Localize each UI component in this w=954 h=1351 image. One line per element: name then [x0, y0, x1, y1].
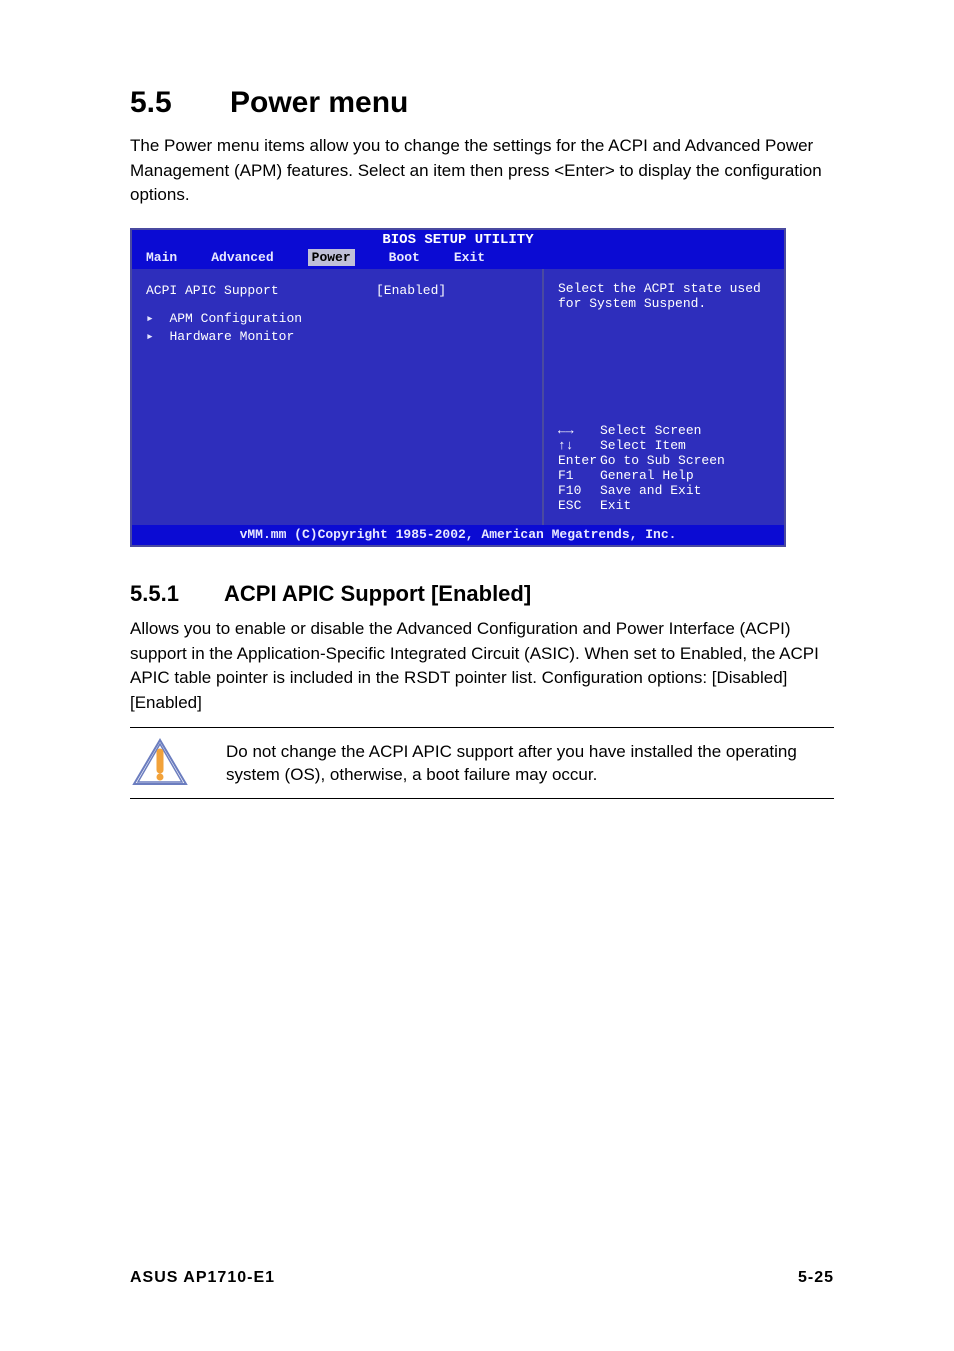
bios-item[interactable]: ▸ Hardware Monitor	[146, 329, 534, 344]
bios-footer: vMM.mm (C)Copyright 1985-2002, American …	[132, 525, 784, 545]
key-symbol: ↑↓	[558, 438, 600, 453]
bios-tab-power[interactable]: Power	[308, 249, 355, 266]
bios-key-legend: ←→Select Screen ↑↓Select Item EnterGo to…	[558, 423, 774, 513]
bios-item-label: APM Configuration	[169, 311, 302, 326]
bios-screen: BIOS SETUP UTILITY Main Advanced Power Boot…	[130, 228, 786, 547]
key-symbol: ←→	[558, 423, 600, 438]
key-label: Select Screen	[600, 423, 701, 438]
key-symbol: ESC	[558, 498, 600, 513]
subsection-title: ACPI APIC Support [Enabled]	[224, 581, 531, 606]
bios-item-label: Hardware Monitor	[169, 329, 294, 344]
section-heading: 5.5Power menu	[130, 86, 834, 120]
key-row: ←→Select Screen	[558, 423, 774, 438]
subsection-number: 5.5.1	[130, 581, 224, 607]
subsection-body: Allows you to enable or disable the Adva…	[130, 617, 834, 716]
bios-body: ACPI APIC Support[Enabled] ▸ APM Configu…	[132, 269, 784, 525]
section-number: 5.5	[130, 86, 230, 120]
key-row: F10Save and Exit	[558, 483, 774, 498]
caution-icon	[132, 738, 188, 788]
caution-note: Do not change the ACPI APIC support afte…	[130, 727, 834, 799]
section-title: Power menu	[230, 86, 408, 119]
key-row: ESCExit	[558, 498, 774, 513]
bios-item-value: [Enabled]	[376, 283, 446, 298]
key-label: General Help	[600, 468, 694, 483]
key-symbol: F1	[558, 468, 600, 483]
footer-model: ASUS AP1710-E1	[130, 1269, 275, 1287]
key-symbol: Enter	[558, 453, 600, 468]
key-row: F1General Help	[558, 468, 774, 483]
bios-item[interactable]: ▸ APM Configuration	[146, 311, 534, 326]
bios-title: BIOS SETUP UTILITY	[132, 230, 784, 248]
caution-text: Do not change the ACPI APIC support afte…	[226, 740, 834, 788]
subsection-heading: 5.5.1ACPI APIC Support [Enabled]	[130, 581, 834, 607]
bios-item-label: ACPI APIC Support	[146, 283, 376, 298]
bios-main-panel: ACPI APIC Support[Enabled] ▸ APM Configu…	[132, 269, 544, 525]
footer-page-number: 5-25	[798, 1269, 834, 1287]
bios-help-text: Select the ACPI state used for System Su…	[558, 281, 774, 311]
key-label: Save and Exit	[600, 483, 701, 498]
bios-tab-exit[interactable]: Exit	[454, 250, 485, 265]
page-footer: ASUS AP1710-E1 5-25	[130, 1269, 834, 1287]
key-row: EnterGo to Sub Screen	[558, 453, 774, 468]
key-label: Exit	[600, 498, 631, 513]
manual-page: 5.5Power menu The Power menu items allow…	[0, 0, 954, 1351]
bios-tab-boot[interactable]: Boot	[389, 250, 420, 265]
bios-item[interactable]: ACPI APIC Support[Enabled]	[146, 283, 534, 298]
bios-tab-bar: Main Advanced Power Boot Exit	[132, 248, 784, 269]
key-row: ↑↓Select Item	[558, 438, 774, 453]
key-label: Go to Sub Screen	[600, 453, 725, 468]
bios-tab-advanced[interactable]: Advanced	[211, 250, 273, 265]
bios-help-panel: Select the ACPI state used for System Su…	[544, 269, 784, 525]
key-label: Select Item	[600, 438, 686, 453]
bios-tab-main[interactable]: Main	[146, 250, 177, 265]
submenu-arrow-icon: ▸	[146, 311, 169, 326]
intro-paragraph: The Power menu items allow you to change…	[130, 134, 834, 208]
submenu-arrow-icon: ▸	[146, 329, 169, 344]
key-symbol: F10	[558, 483, 600, 498]
